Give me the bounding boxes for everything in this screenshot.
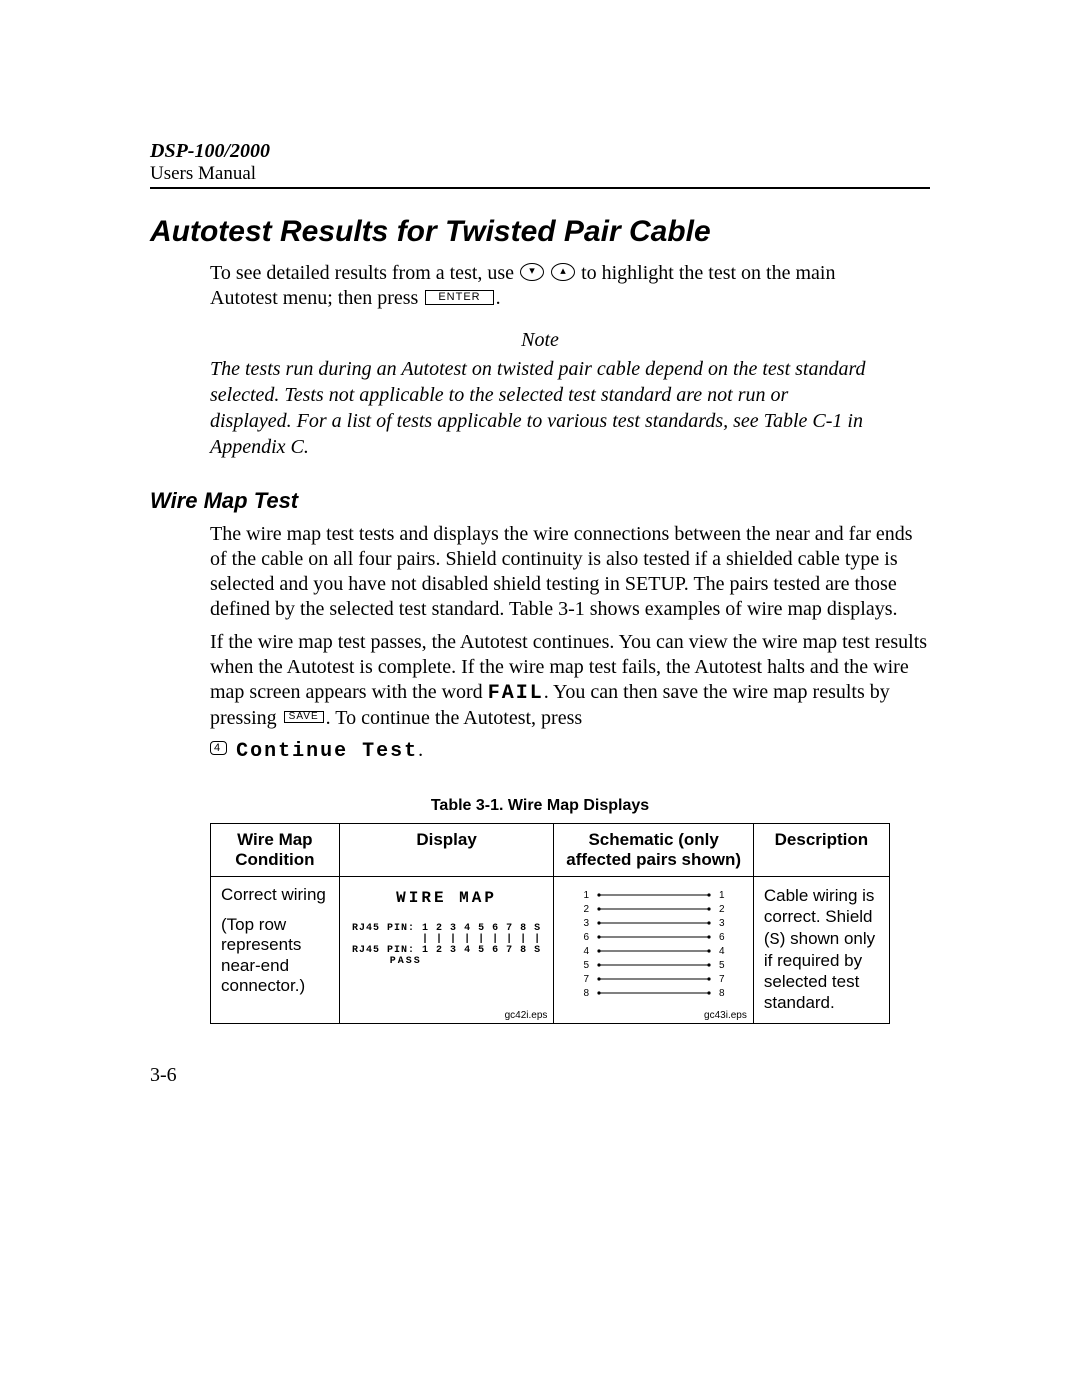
svg-text:3: 3 [583, 918, 589, 929]
intro-pre: To see detailed results from a test, use [210, 262, 519, 284]
svg-text:7: 7 [583, 974, 589, 985]
display-eps: gc42i.eps [505, 1010, 548, 1021]
display-pass: PASS [350, 956, 544, 967]
svg-text:6: 6 [719, 932, 725, 943]
svg-text:8: 8 [583, 988, 589, 999]
th-description: Description [753, 824, 889, 877]
svg-text:4: 4 [719, 946, 725, 957]
page-header: DSP-100/2000 Users Manual [150, 140, 930, 189]
display-pins: RJ45 PIN: 1 2 3 4 5 6 7 8 S | | | | | | … [350, 923, 544, 956]
note-body: The tests run during an Autotest on twis… [210, 356, 870, 460]
intro-line2-pre: Autotest menu; then press [210, 287, 423, 309]
continue-test-label: Continue Test [236, 740, 418, 763]
svg-text:1: 1 [583, 890, 589, 901]
continue-period: . [418, 739, 423, 761]
cell-condition: Correct wiring (Top row represents near-… [211, 877, 340, 1024]
section-title: Autotest Results for Twisted Pair Cable [150, 215, 930, 249]
svg-text:4: 4 [583, 946, 589, 957]
wiremap-table: Wire Map Condition Display Schematic (on… [210, 823, 890, 1024]
schematic-eps: gc43i.eps [704, 1010, 747, 1021]
softkey-4: 4 [210, 741, 227, 755]
th-display: Display [339, 824, 554, 877]
enter-key: ENTER [425, 290, 493, 305]
table-header-row: Wire Map Condition Display Schematic (on… [211, 824, 890, 877]
intro-period: . [496, 287, 501, 309]
condition-main: Correct wiring [221, 885, 329, 905]
condition-note: (Top row represents near-end connector.) [221, 915, 329, 997]
svg-text:3: 3 [719, 918, 725, 929]
th-schematic: Schematic (only affected pairs shown) [554, 824, 753, 877]
save-key: SAVE [284, 711, 324, 723]
wiremap-para2: If the wire map test passes, the Autotes… [210, 630, 930, 731]
intro-mid: to highlight the test on the main [581, 262, 835, 284]
cell-schematic: 1 1 2 2 3 3 6 6 4 4 5 5 7 7 8 8 gc43i.eps [554, 877, 753, 1024]
table-caption: Table 3-1. Wire Map Displays [150, 797, 930, 815]
wiremap-para1: The wire map test tests and displays the… [210, 522, 930, 622]
cell-description: Cable wiring is correct. Shield (S) show… [753, 877, 889, 1024]
desc-s: S [770, 931, 780, 950]
intro-paragraph: To see detailed results from a test, use… [210, 261, 930, 311]
th-condition: Wire Map Condition [211, 824, 340, 877]
svg-text:8: 8 [719, 988, 725, 999]
subsection-title: Wire Map Test [150, 488, 930, 514]
up-arrow-icon: ▴ [551, 263, 575, 281]
table-row: Correct wiring (Top row represents near-… [211, 877, 890, 1024]
product-name: DSP-100/2000 [150, 140, 930, 163]
down-arrow-icon: ▾ [520, 263, 544, 281]
cell-display: WIRE MAP RJ45 PIN: 1 2 3 4 5 6 7 8 S | |… [339, 877, 554, 1024]
schematic-svg: 1 1 2 2 3 3 6 6 4 4 5 5 7 7 8 8 [569, 885, 739, 1005]
continue-line: 4 Continue Test. [210, 739, 930, 763]
fail-text: FAIL [488, 682, 544, 705]
para2-seg3: . To continue the Autotest, press [326, 707, 583, 729]
manual-label: Users Manual [150, 163, 930, 185]
note-label: Note [150, 329, 930, 352]
page-number: 3-6 [150, 1064, 177, 1087]
desc-post: ) shown only if required by selected tes… [764, 929, 875, 1013]
svg-text:2: 2 [719, 904, 725, 915]
display-title: WIRE MAP [350, 889, 544, 907]
svg-text:5: 5 [719, 960, 725, 971]
svg-text:6: 6 [583, 932, 589, 943]
svg-text:1: 1 [719, 890, 725, 901]
svg-text:7: 7 [719, 974, 725, 985]
svg-text:5: 5 [583, 960, 589, 971]
svg-text:2: 2 [583, 904, 589, 915]
page: DSP-100/2000 Users Manual Autotest Resul… [0, 0, 1080, 1397]
